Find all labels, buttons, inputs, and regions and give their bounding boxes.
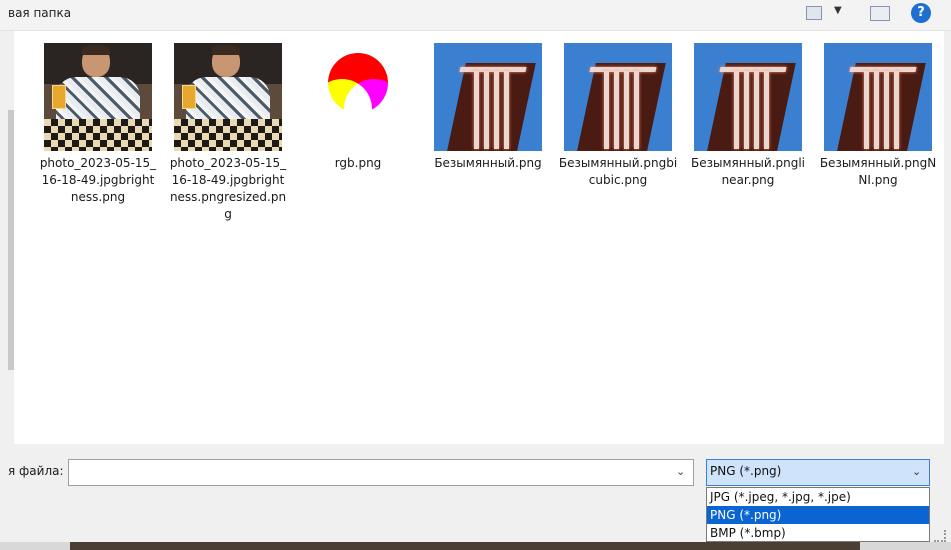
file-thumbnail [304,43,412,151]
file-type-option-jpg[interactable]: JPG (*.jpeg, *.jpg, *.jpe) [707,488,929,506]
filename-chevron-down-icon[interactable]: ⌄ [676,465,685,478]
file-item[interactable]: Безымянный.png [428,43,548,172]
file-name: Безымянный.png [434,156,542,170]
toolbar: вая папка ▼ ? [0,0,951,31]
file-thumbnail [824,43,932,151]
file-item[interactable]: photo_2023-05-15_16-18-49.jpgbrightness.… [38,43,158,206]
file-thumbnail [434,43,542,151]
file-thumbnail [564,43,672,151]
file-type-option-bmp[interactable]: BMP (*.bmp) [707,524,929,542]
preview-pane-icon[interactable] [870,6,890,21]
file-item[interactable]: photo_2023-05-15_16-18-49.jpgbrightness.… [168,43,288,223]
file-type-option-png[interactable]: PNG (*.png) [707,506,929,524]
view-options-chevron-icon[interactable]: ▼ [834,5,842,16]
file-list-scrollbar[interactable] [944,31,951,444]
file-thumbnail [694,43,802,151]
file-name: photo_2023-05-15_16-18-49.jpgbrightness.… [39,156,157,204]
help-icon[interactable]: ? [911,3,931,23]
file-type-dropdown: JPG (*.jpeg, *.jpg, *.jpe) PNG (*.png) B… [706,487,930,542]
file-type-selected[interactable]: PNG (*.png) [710,464,781,478]
filename-label: я файла: [8,464,64,478]
file-thumbnail [174,43,282,151]
file-item[interactable]: rgb.png [298,43,418,172]
file-name: Безымянный.pngbicubic.png [558,156,678,187]
resize-grip-icon[interactable] [934,530,946,542]
file-name: Безымянный.pngNNI.png [819,156,937,187]
file-name: rgb.png [334,156,382,170]
file-item[interactable]: Безымянный.pngNNI.png [818,43,938,189]
filename-input[interactable] [68,459,694,486]
file-type-chevron-down-icon[interactable]: ⌄ [912,465,921,478]
file-thumbnail [44,43,152,151]
file-name: photo_2023-05-15_16-18-49.jpgbrightness.… [169,156,287,221]
background-strip [0,542,951,550]
file-name: Безымянный.pnglinear.png [690,156,806,187]
file-item[interactable]: Безымянный.pngbicubic.png [558,43,678,189]
file-item[interactable]: Безымянный.pnglinear.png [688,43,808,189]
view-icon[interactable] [806,6,822,20]
breadcrumb[interactable]: вая папка [8,6,71,20]
